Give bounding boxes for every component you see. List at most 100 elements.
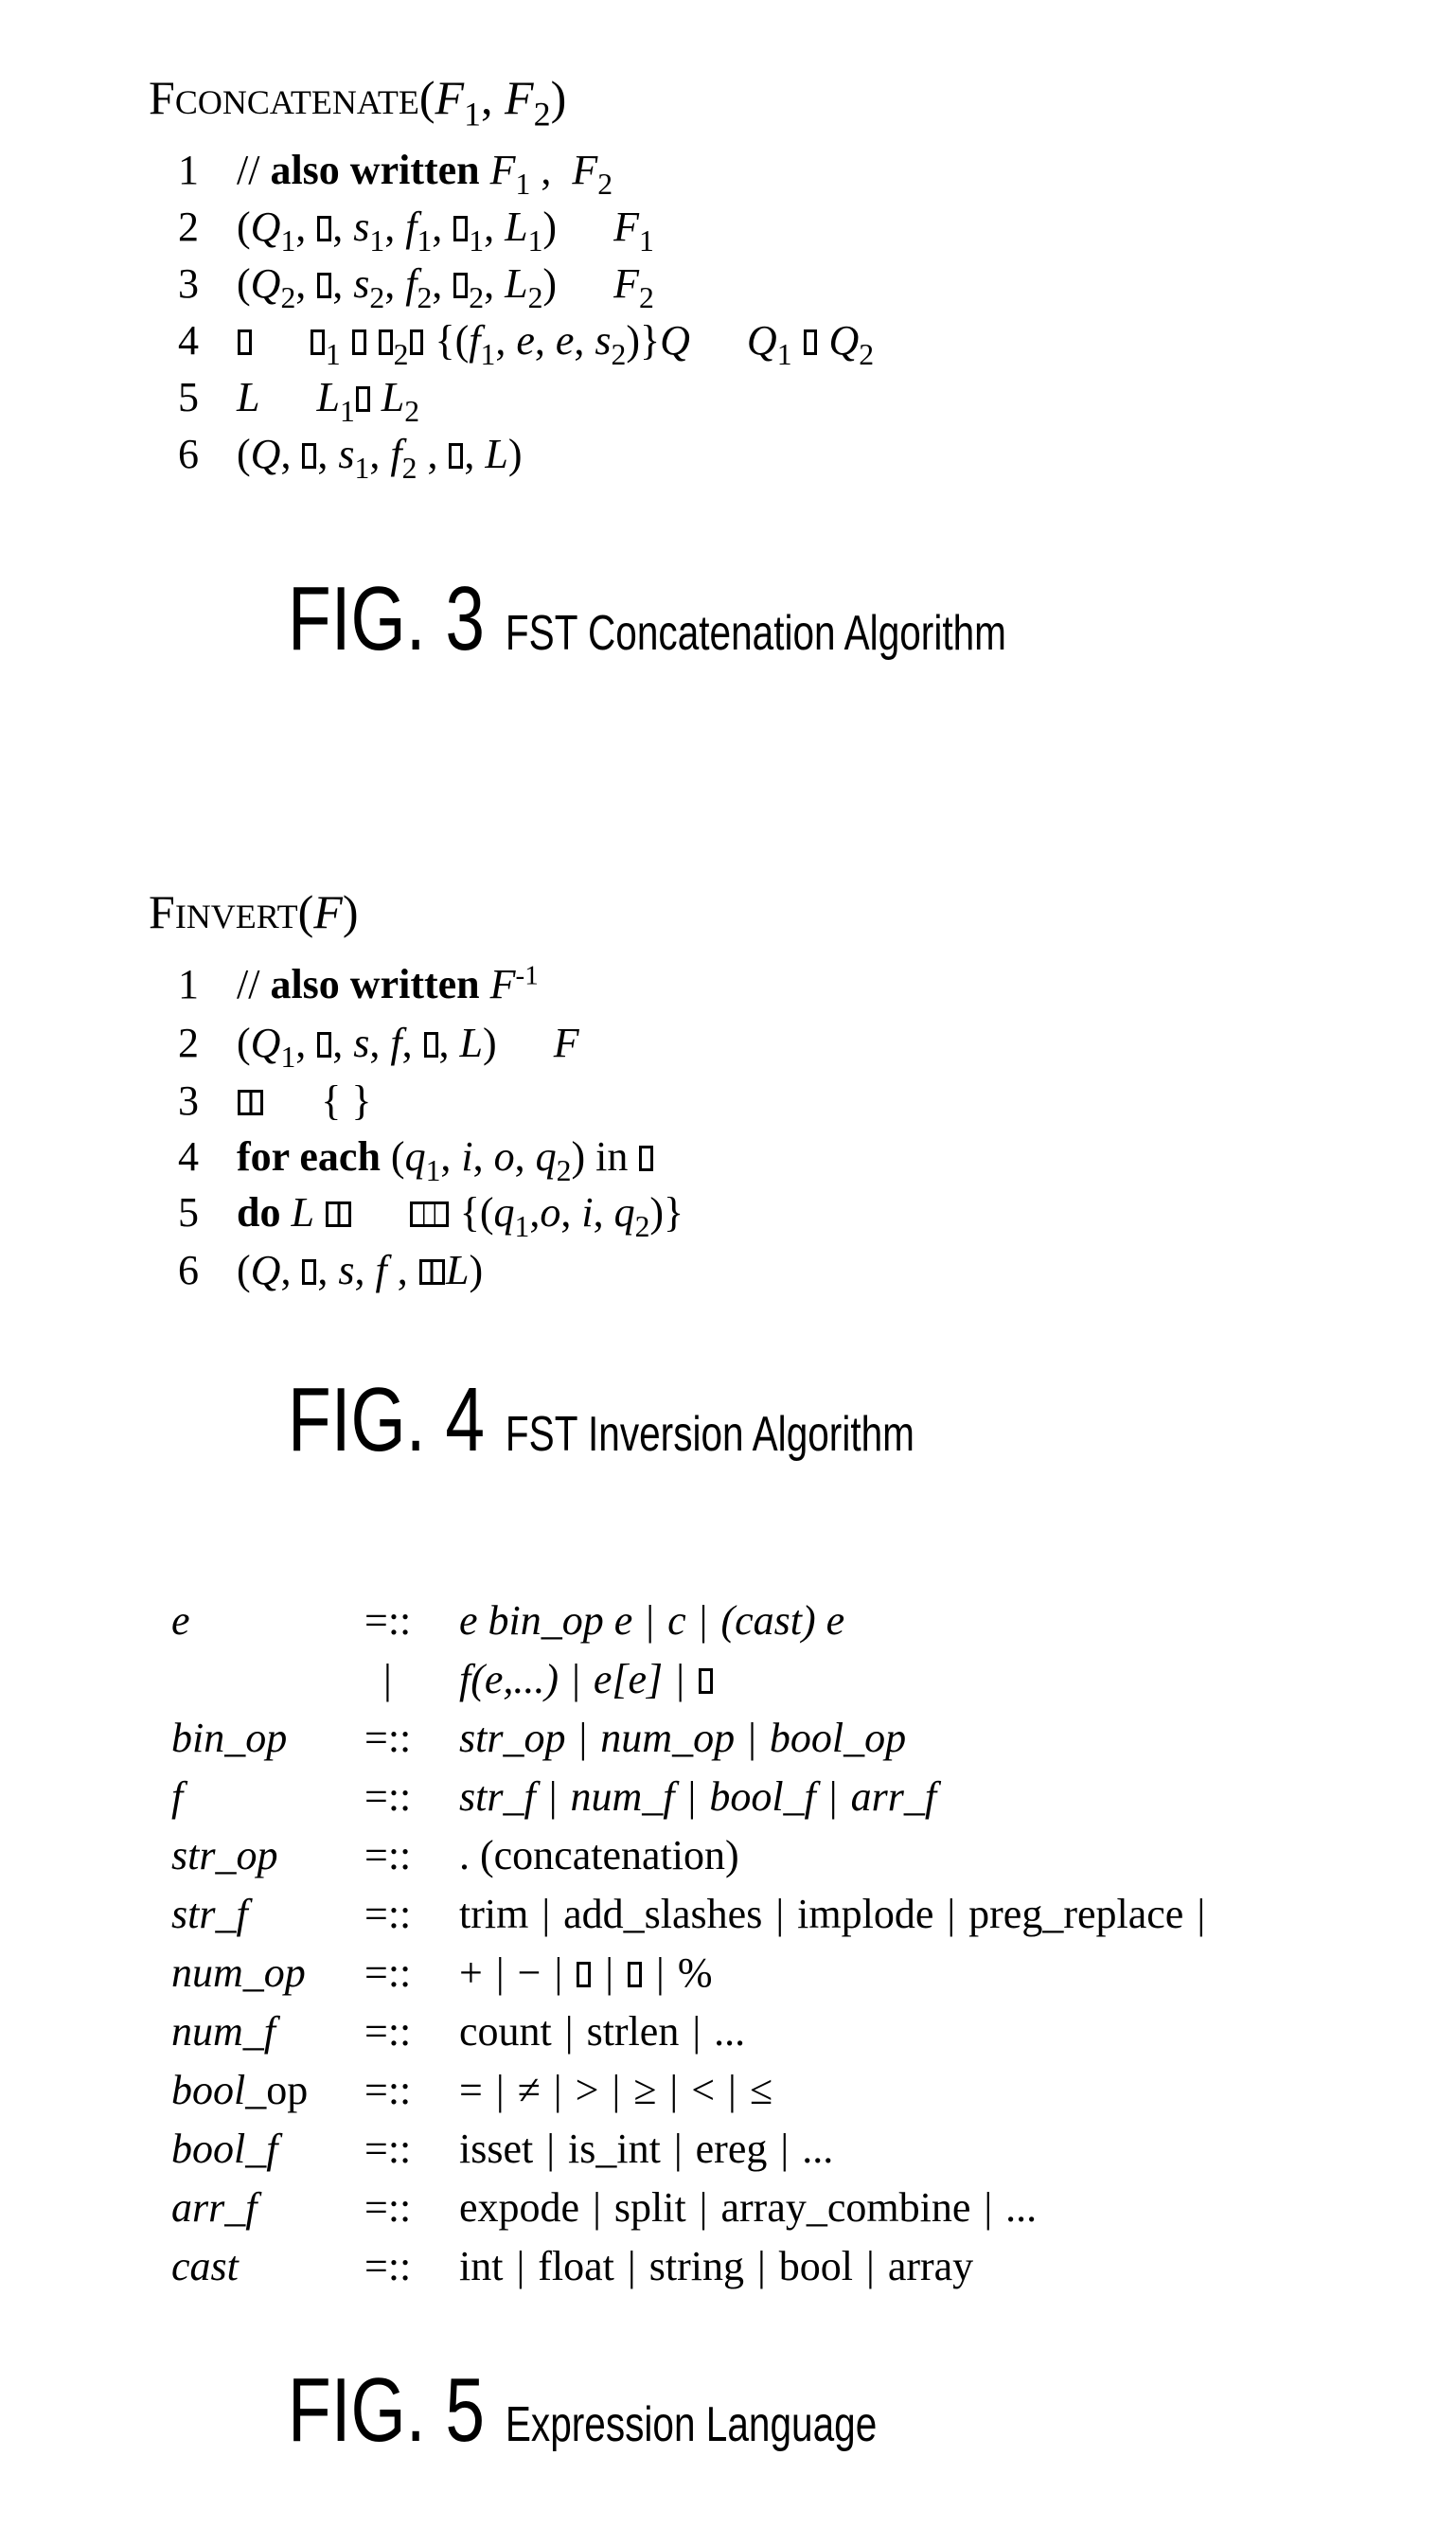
missing-glyph-icon: [699, 1667, 713, 1694]
rule-alternative: ...: [802, 2126, 834, 2172]
rule-operator: =::: [364, 2008, 412, 2055]
rule-alternatives: trim | add_slashes | implode | preg_replace |: [459, 1894, 1218, 1935]
rule-operator: =::: [364, 1949, 412, 1996]
missing-glyph-icon: [449, 442, 464, 469]
code-expression: (Q2, , s2, f2, 2, L2) F2: [237, 260, 654, 315]
missing-glyph-icon: [310, 329, 325, 355]
rule-alternative: str_op: [459, 1715, 566, 1761]
alternative-separator: |: [516, 2243, 525, 2289]
rule-nonterminal: f: [171, 1773, 184, 1820]
rule-alternative: implode: [797, 1891, 934, 1937]
rule-operator: =::: [364, 2126, 412, 2172]
rule-alternative: expode: [459, 2184, 580, 2231]
rule-operator: =::: [364, 2067, 412, 2113]
rule-alternative: (cast) e: [720, 1597, 845, 1644]
missing-glyph-icon: [423, 1031, 438, 1058]
line-number: 4: [178, 317, 199, 364]
figure-caption-text: Expression Language: [505, 2397, 878, 2452]
rule-alternative: ...: [1005, 2184, 1038, 2231]
missing-glyph-icon: [238, 329, 252, 355]
alternative-separator: |: [728, 2067, 737, 2113]
rule-alternative: . (concatenation): [459, 1832, 739, 1878]
fig4-title: FINVERT(F): [149, 885, 359, 938]
rule-alternative: is_int: [568, 2126, 661, 2172]
alternative-separator: |: [775, 1891, 785, 1937]
missing-glyph-icon: [418, 1258, 446, 1285]
rule-alternative: ≤: [749, 2067, 773, 2113]
line-number: 2: [178, 1020, 199, 1066]
rule-alternative: bool: [778, 2243, 853, 2289]
rule-alternative: split: [613, 2184, 686, 2231]
line-number: 1: [178, 147, 199, 193]
alternative-separator: |: [669, 2067, 679, 2113]
rule-alternatives: + | − | | |%: [459, 1952, 712, 1994]
rule-alternative: strlen: [586, 2008, 680, 2055]
rule-alternative: %: [677, 1949, 713, 1996]
rule-alternative: add_slashes: [563, 1891, 763, 1937]
rule-operator: =::: [364, 1597, 412, 1644]
fig4-line-2: 2 (Q1, , s, f, , L) F: [178, 1020, 579, 1073]
rule-alternative: −: [517, 1949, 542, 1996]
line-number: 5: [178, 374, 199, 420]
fig3-line-5: 5 L L1 L2: [178, 374, 420, 429]
rule-alternative: array_combine: [720, 2184, 971, 2231]
fig3-title: FCONCATENATE(F1, F2): [149, 71, 567, 133]
rule-nonterminal: cast: [171, 2243, 239, 2289]
rule-alternative: bool_f: [709, 1773, 816, 1820]
rule-nonterminal: e: [171, 1597, 190, 1644]
missing-glyph-icon: [453, 272, 469, 298]
alternative-separator: |: [687, 1773, 697, 1820]
line-number: 4: [178, 1133, 199, 1180]
alternative-separator: |: [572, 1656, 580, 1702]
fig4-line-5: 5 do L {(q1,o, i, q2)}: [178, 1192, 684, 1242]
rule-alternative: c: [667, 1597, 686, 1644]
missing-glyph-icon: [577, 1961, 592, 1987]
fig3-line-2: 2 (Q1, , s1, f1, 1, L1) F1: [178, 206, 654, 257]
alternative-separator: |: [605, 1949, 614, 1996]
alternative-separator: |: [676, 1656, 684, 1702]
missing-glyph-icon: [302, 1258, 317, 1285]
missing-glyph-icon: [628, 1961, 642, 1987]
missing-glyph-icon: [351, 329, 366, 355]
rule-alternatives: f(e,...) | e[e] |: [459, 1659, 714, 1700]
missing-glyph-icon: [803, 329, 818, 355]
figure-label: FIG. 4: [288, 1369, 486, 1470]
code-expression: (q1, i, o, q2) in: [391, 1133, 654, 1185]
figure-label: FIG. 3: [288, 568, 486, 669]
rule-alternative: num_op: [600, 1715, 736, 1761]
line-number: 6: [178, 1247, 199, 1293]
alternative-separator: |: [756, 2243, 766, 2289]
rule-alternative: ...: [714, 2008, 746, 2055]
rule-nonterminal: arr_f: [171, 2184, 257, 2231]
missing-glyph-icon: [317, 272, 332, 298]
figure-caption-text: FST Concatenation Algorithm: [505, 606, 1006, 661]
rule-alternative: ereg: [695, 2126, 768, 2172]
rule-alternatives: . (concatenation): [459, 1835, 739, 1877]
comment-text: also written: [270, 961, 490, 1007]
rule-alternative: +: [459, 1949, 483, 1996]
alternative-separator: |: [699, 1597, 708, 1644]
fig3-line-3: 3 (Q2, , s2, f2, 2, L2) F2: [178, 260, 654, 315]
line-number: 3: [178, 1077, 199, 1124]
fig3-caption: FIG. 3 FST Concatenation Algorithm: [288, 574, 1006, 665]
alternative-separator: |: [646, 1597, 655, 1644]
alternative-separator: |: [673, 2126, 683, 2172]
missing-glyph-icon: [355, 385, 370, 412]
alternative-separator: |: [780, 2126, 790, 2172]
line-number: 6: [178, 431, 199, 477]
rule-operator: =::: [364, 1832, 412, 1878]
alternative-separator: |: [748, 1715, 756, 1761]
rule-alternatives: e bin_op e | c | (cast) e: [459, 1600, 844, 1642]
fig4-line-4: 4 for each (q1, i, o, q2) in: [178, 1133, 654, 1185]
code-expression: { }: [237, 1077, 372, 1124]
rule-alternatives: expode | split | array_combine |...: [459, 2187, 1037, 2229]
code-expression: L L1 L2: [237, 374, 420, 429]
rule-alternative: num_f: [570, 1773, 675, 1820]
rule-operator: =::: [364, 1715, 412, 1761]
rule-alternatives: = | ≠ | > | ≥ | < | ≤: [459, 2070, 772, 2111]
alternative-separator: |: [947, 1891, 956, 1937]
rule-alternative: e bin_op e: [459, 1597, 633, 1644]
keyword-for-each: for each: [237, 1133, 391, 1180]
rule-nonterminal: num_op: [171, 1949, 306, 1996]
alternative-separator: |: [495, 2067, 505, 2113]
